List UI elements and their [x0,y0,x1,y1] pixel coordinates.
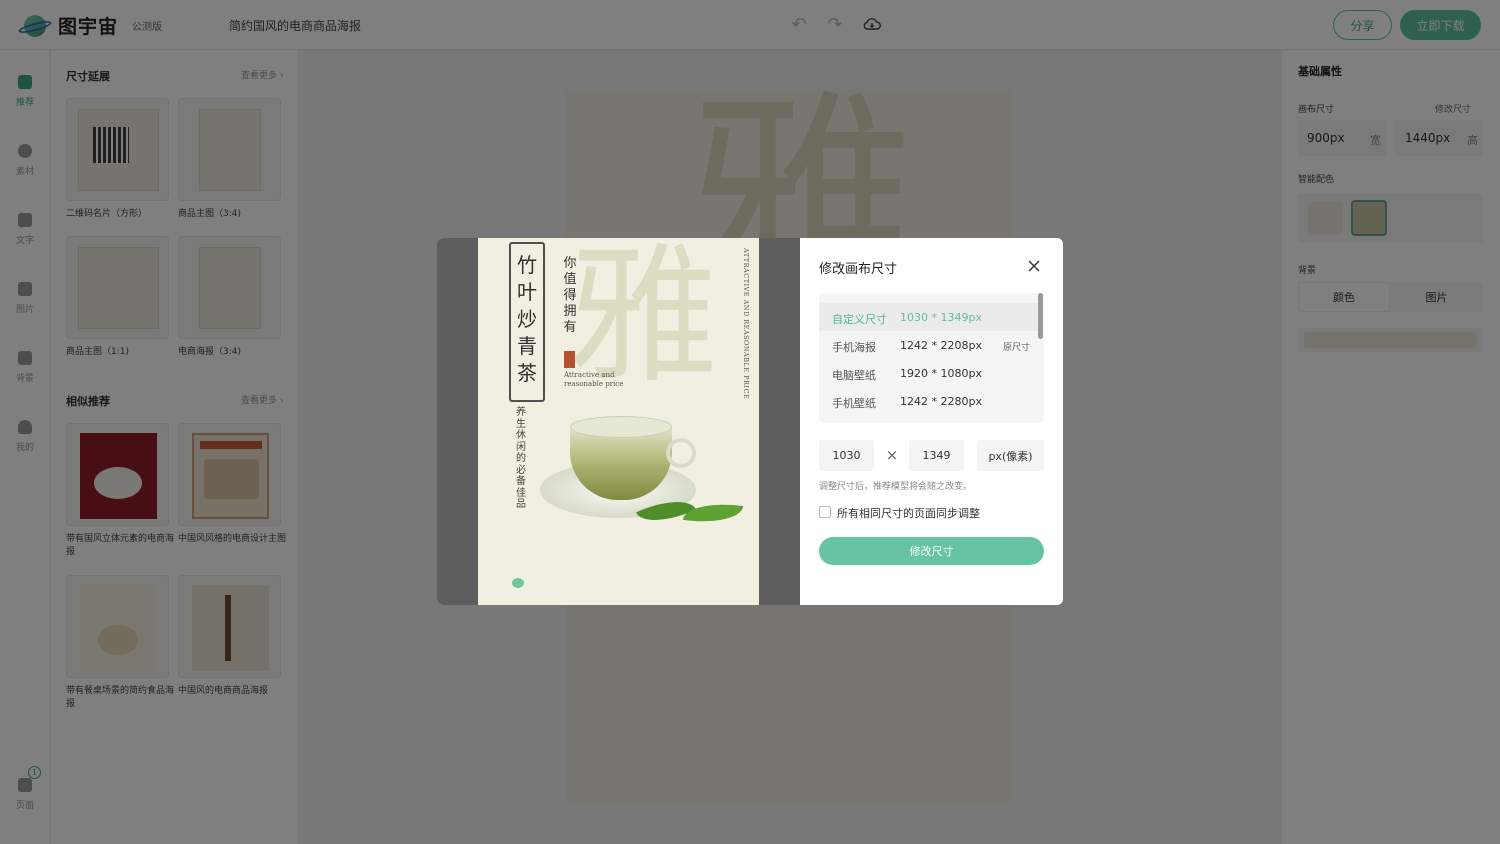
poster-preview: 雅 竹叶炒青茶 你值得拥有 Attractive and reasonable … [478,238,759,605]
size-option-name: 手机壁纸 [832,397,876,410]
poster-vertical-english: ATTRACTIVE AND REASONABLE PRICE [742,248,750,400]
poster-english-line-1: Attractive and [564,371,615,379]
list-scrollbar[interactable] [1038,293,1043,339]
size-option-phone-poster[interactable]: 手机海报 1242 * 2208px 原尺寸 [819,331,1039,359]
size-option-desktop-wallpaper[interactable]: 电脑壁纸 1920 * 1080px [819,359,1039,387]
unit-select[interactable]: px(像素) [977,440,1044,471]
size-option-name: 电脑壁纸 [832,369,876,382]
sync-checkbox-label[interactable]: 所有相同尺寸的页面同步调整 [837,505,980,521]
tea-cup-handle [666,438,696,468]
sync-checkbox[interactable] [819,506,831,518]
size-option-dim: 1242 * 2208px [900,339,982,352]
size-option-dim: 1920 * 1080px [900,367,982,380]
preview-area: 雅 竹叶炒青茶 你值得拥有 Attractive and reasonable … [437,238,800,605]
original-size-tag: 原尺寸 [1003,343,1031,353]
width-input[interactable]: 1030 [819,440,874,471]
resize-hint: 调整尺寸后，推荐模型将会随之改变。 [819,482,973,492]
size-option-dim: 1030 * 1349px [900,311,982,324]
poster-title: 竹叶炒青茶 [517,253,537,385]
size-option-custom[interactable]: 自定义尺寸 1030 * 1349px [819,303,1039,331]
size-option-phone-wallpaper[interactable]: 手机壁纸 1242 * 2280px [819,387,1039,415]
dialog-title: 修改画布尺寸 [819,262,898,277]
red-seal-icon [564,351,575,368]
tea-leaf-icon [682,498,744,528]
height-input[interactable]: 1349 [909,440,964,471]
poster-english-text: Attractive and reasonable price [564,371,623,389]
modify-size-button[interactable]: 修改尺寸 [819,537,1044,565]
resize-canvas-dialog: 雅 竹叶炒青茶 你值得拥有 Attractive and reasonable … [437,238,1063,605]
size-option-name: 手机海报 [832,341,876,354]
preset-size-list[interactable]: 自定义尺寸 1030 * 1349px 手机海报 1242 * 2208px 原… [819,293,1044,423]
tea-cup-rim [570,416,672,438]
background-calligraphy: 雅 [568,238,719,404]
size-option-name: 自定义尺寸 [832,313,887,326]
poster-side-text: 养生休闲的必备佳品 [516,407,526,510]
close-icon[interactable] [1024,256,1044,276]
size-option-dim: 1242 * 2280px [900,395,982,408]
poster-english-line-2: reasonable price [564,380,624,388]
poster-subtitle: 你值得拥有 [563,256,577,335]
multiply-icon: × [885,446,899,464]
green-dot-icon [512,578,524,588]
